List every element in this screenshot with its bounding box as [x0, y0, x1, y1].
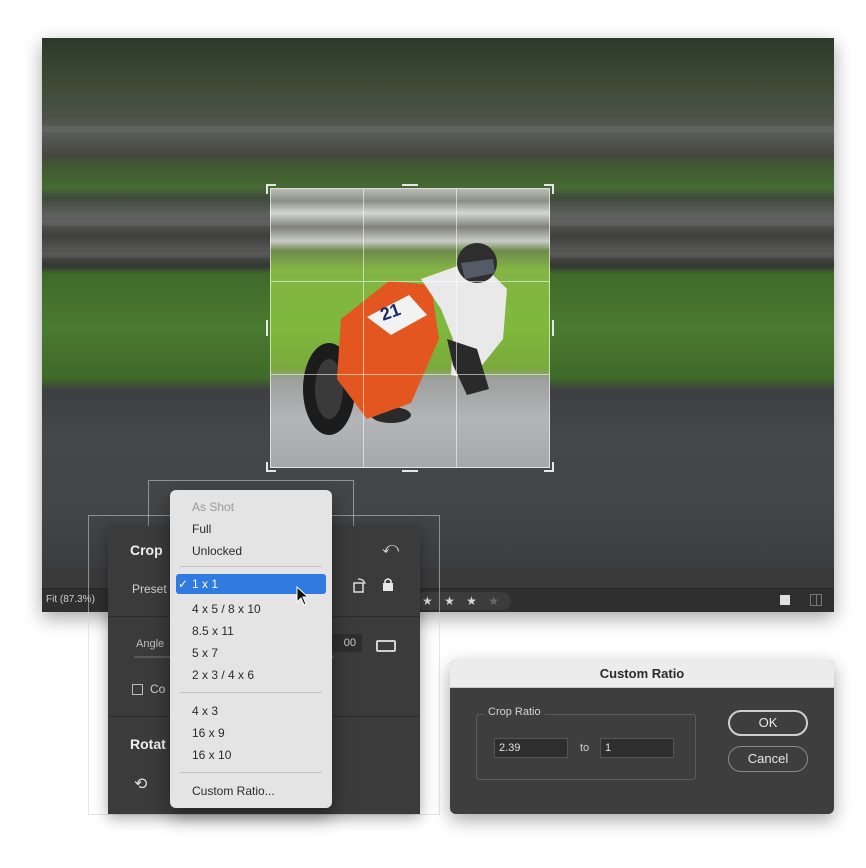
angle-label: Angle [136, 638, 165, 650]
ratio-to-label: to [580, 742, 590, 754]
menu-item-2x3[interactable]: 2 x 3 / 4 x 6 [192, 666, 254, 684]
rotate-section-title: Rotat [130, 736, 166, 752]
grid-line [456, 189, 457, 467]
menu-separator [180, 772, 322, 773]
menu-item-as-shot: As Shot [192, 500, 235, 514]
motorcycle-rider-image: 21 [303, 243, 507, 435]
menu-item-full[interactable]: Full [192, 520, 211, 538]
grid-line [271, 374, 549, 375]
checkmark-icon: ✓ [178, 577, 189, 591]
constrain-label: Co [150, 682, 166, 696]
ok-button[interactable]: OK [728, 710, 808, 736]
preset-label: Preset [132, 582, 167, 596]
crop-handle-bottom[interactable] [402, 470, 418, 472]
cancel-button[interactable]: Cancel [728, 746, 808, 772]
dialog-title: Custom Ratio [450, 660, 834, 688]
constrain-checkbox[interactable] [132, 684, 143, 695]
crop-handle-top-left[interactable] [266, 184, 276, 194]
menu-item-5x7[interactable]: 5 x 7 [192, 644, 218, 662]
menu-item-label: 1 x 1 [192, 577, 219, 591]
crop-handle-bottom-right[interactable] [544, 462, 554, 472]
menu-item-16x9[interactable]: 16 x 9 [192, 724, 225, 742]
crop-section-title: Crop [130, 542, 163, 558]
crop-overlay[interactable]: 21 [270, 188, 550, 468]
menu-item-4x5[interactable]: 4 x 5 / 8 x 10 [192, 600, 261, 618]
ratio-height-input[interactable]: 1 [600, 738, 674, 758]
menu-item-4x3[interactable]: 4 x 3 [192, 702, 218, 720]
menu-separator [180, 692, 322, 693]
crop-handle-top[interactable] [402, 184, 418, 186]
orientation-icon[interactable] [352, 578, 368, 594]
level-icon[interactable] [376, 640, 396, 652]
crop-ratio-label: Crop Ratio [484, 706, 545, 718]
crop-handle-bottom-left[interactable] [266, 462, 276, 472]
crop-handle-top-right[interactable] [544, 184, 554, 194]
single-view-icon[interactable] [780, 595, 790, 605]
motion-streak [42, 126, 834, 132]
custom-ratio-dialog: Custom Ratio Crop Ratio 2.39 to 1 OK Can… [450, 660, 834, 814]
compare-view-icon[interactable] [810, 594, 822, 606]
menu-item-unlocked[interactable]: Unlocked [192, 542, 242, 560]
grid-line [363, 189, 364, 467]
rotate-left-icon[interactable]: ⟲ [134, 774, 147, 794]
menu-separator [180, 566, 322, 567]
crop-handle-right[interactable] [552, 320, 554, 336]
menu-item-custom-ratio[interactable]: Custom Ratio... [192, 782, 275, 800]
menu-item-8-5x11[interactable]: 8.5 x 11 [192, 622, 234, 640]
menu-item-16x10[interactable]: 16 x 10 [192, 746, 231, 764]
reset-icon[interactable]: ⤺ [382, 540, 399, 558]
grid-line [271, 281, 549, 282]
aspect-preset-menu: As Shot Full Unlocked ✓ 1 x 1 4 x 5 / 8 … [170, 490, 332, 808]
ratio-width-input[interactable]: 2.39 [494, 738, 568, 758]
empty-star[interactable]: ★ [488, 594, 503, 608]
lock-icon[interactable] [382, 577, 394, 594]
cursor-icon [296, 586, 310, 606]
crop-handle-left[interactable] [266, 320, 268, 336]
